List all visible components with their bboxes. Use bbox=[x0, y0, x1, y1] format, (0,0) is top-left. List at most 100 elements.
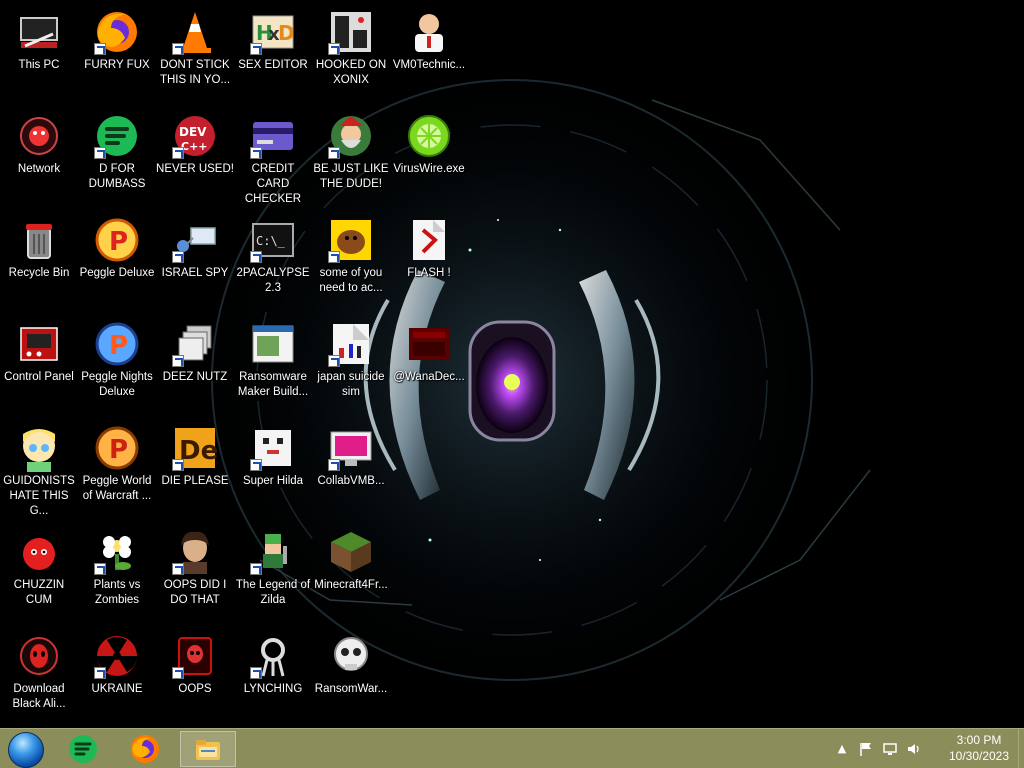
shortcut-arrow-icon bbox=[250, 667, 262, 679]
desktop-icon-label: HOOKED ON XONIX bbox=[315, 59, 387, 86]
desktop-icon[interactable]: FURRY FUX bbox=[78, 0, 156, 100]
desktop-icon[interactable]: Hx D SEX EDITOR bbox=[234, 0, 312, 100]
desktop-icon-label: D FOR DUMBASS bbox=[88, 163, 146, 190]
taskbar-clock[interactable]: 3:00 PM 10/30/2023 bbox=[942, 732, 1016, 764]
shortcut-arrow-icon bbox=[94, 147, 106, 159]
desktop-icon[interactable]: Plants vs Zombies bbox=[78, 520, 156, 620]
desktop-icon-label: DONT STICK THIS IN YO... bbox=[159, 59, 231, 86]
flower-icon bbox=[93, 528, 141, 576]
desktop-icon[interactable]: OOPS DID I DO THAT bbox=[156, 520, 234, 620]
desktop-icon[interactable]: @WanaDec... bbox=[390, 312, 468, 412]
desktop-icon[interactable]: japan suicide sim bbox=[312, 312, 390, 412]
clock-time: 3:00 PM bbox=[956, 733, 1002, 747]
desktop-icon[interactable]: VM0Technic... bbox=[390, 0, 468, 100]
desktop: This PC Network Recycle Bin Control Panel GU… bbox=[0, 0, 1024, 728]
firefox-icon bbox=[131, 735, 159, 763]
desktop-icon-label: LYNCHING bbox=[243, 683, 303, 695]
desktop-icon[interactable]: DEV C++ NEVER USED! bbox=[156, 104, 234, 204]
stacked-windows-icon bbox=[171, 320, 219, 368]
desktop-icon[interactable]: P Peggle Deluxe bbox=[78, 208, 156, 308]
desktop-icon[interactable]: VirusWire.exe bbox=[390, 104, 468, 204]
rope-icon bbox=[249, 632, 297, 680]
network-alien-icon bbox=[15, 112, 63, 160]
action-center-flag-icon[interactable] bbox=[858, 741, 874, 757]
desktop-icon[interactable]: Download Black Ali... bbox=[0, 624, 78, 724]
shortcut-arrow-icon bbox=[94, 667, 106, 679]
desktop-icon[interactable]: some of you need to ac... bbox=[312, 208, 390, 308]
shortcut-arrow-icon bbox=[250, 43, 262, 55]
desktop-icon[interactable]: P Peggle World of Warcraft ... bbox=[78, 416, 156, 516]
desktop-icon[interactable]: CHUZZIN CUM bbox=[0, 520, 78, 620]
desktop-icon[interactable]: DEEZ NUTZ bbox=[156, 312, 234, 412]
desktop-icon[interactable]: LYNCHING bbox=[234, 624, 312, 724]
shortcut-arrow-icon bbox=[172, 251, 184, 263]
shortcut-arrow-icon bbox=[94, 43, 106, 55]
shortcut-arrow-icon bbox=[172, 43, 184, 55]
system-tray: ▲ 3:00 PM 10/30/2023 bbox=[834, 729, 1024, 768]
radiation-icon bbox=[93, 632, 141, 680]
window-app-icon bbox=[249, 320, 297, 368]
desktop-icon[interactable]: DONT STICK THIS IN YO... bbox=[156, 0, 234, 100]
shortcut-arrow-icon bbox=[328, 355, 340, 367]
desktop-icon[interactable]: Control Panel bbox=[0, 312, 78, 412]
shortcut-arrow-icon bbox=[172, 459, 184, 471]
start-button[interactable] bbox=[6, 731, 46, 768]
desktop-icon-label: ISRAEL SPY bbox=[161, 267, 229, 279]
red-fuzzball-icon bbox=[15, 528, 63, 576]
shortcut-arrow-icon bbox=[250, 459, 262, 471]
pixel-art-icon bbox=[249, 424, 297, 472]
show-desktop-button[interactable] bbox=[1018, 729, 1024, 768]
desktop-icon[interactable]: The Legend of Zilda bbox=[234, 520, 312, 620]
desktop-icon-label: UKRAINE bbox=[91, 683, 143, 695]
network-status-icon[interactable] bbox=[882, 741, 898, 757]
taskbar-file-explorer[interactable] bbox=[180, 731, 236, 767]
desktop-icon[interactable]: Super Hilda bbox=[234, 416, 312, 516]
desktop-icon-label: DEEZ NUTZ bbox=[162, 371, 228, 383]
desktop-icon[interactable]: GUIDONISTS HATE THIS G... bbox=[0, 416, 78, 517]
desktop-icon-label: OOPS DID I DO THAT bbox=[163, 579, 227, 606]
desktop-icon[interactable]: CollabVMB... bbox=[312, 416, 390, 516]
desktop-icon-label: Super Hilda bbox=[242, 475, 304, 487]
desktop-icon[interactable]: Recycle Bin bbox=[0, 208, 78, 308]
desktop-icon[interactable]: ISRAEL SPY bbox=[156, 208, 234, 308]
desktop-icon-label: Plants vs Zombies bbox=[93, 579, 141, 606]
desktop-icon-label: DIE PLEASE bbox=[161, 475, 229, 487]
desktop-icon-label: RansomWar... bbox=[314, 683, 388, 695]
desktop-icon-label: SEX EDITOR bbox=[238, 59, 308, 71]
desktop-icon-label: Network bbox=[17, 163, 61, 175]
monitor-icon bbox=[327, 424, 375, 472]
hxd-icon: HxD bbox=[249, 8, 297, 56]
desktop-icon[interactable]: Minecraft4Fr... bbox=[312, 520, 390, 620]
cartoon-dog-icon bbox=[327, 216, 375, 264]
taskbar-pinned-firefox[interactable] bbox=[118, 731, 174, 767]
desktop-icon[interactable]: C:\_ 2PACALYPSE 2.3 bbox=[234, 208, 312, 308]
shortcut-arrow-icon bbox=[328, 251, 340, 263]
desktop-icon[interactable]: HOOKED ON XONIX bbox=[312, 0, 390, 100]
svg-text:DEV: DEV bbox=[179, 125, 207, 139]
desktop-icon[interactable]: This PC bbox=[0, 0, 78, 100]
desktop-icon[interactable]: CREDIT CARD CHECKER bbox=[234, 104, 312, 205]
lime-icon bbox=[405, 112, 453, 160]
desktop-icon-label: Recycle Bin bbox=[8, 267, 70, 279]
desktop-icon-label: Peggle Nights Deluxe bbox=[81, 371, 153, 398]
desktop-icon[interactable]: P Peggle Nights Deluxe bbox=[78, 312, 156, 412]
desktop-icon[interactable]: De DIE PLEASE bbox=[156, 416, 234, 516]
shortcut-arrow-icon bbox=[172, 147, 184, 159]
shortcut-arrow-icon bbox=[328, 147, 340, 159]
desktop-icon[interactable]: FLASH ! bbox=[390, 208, 468, 308]
desktop-icon[interactable]: Network bbox=[0, 104, 78, 204]
desktop-icon[interactable]: Ransomware Maker Build... bbox=[234, 312, 312, 412]
shortcut-arrow-icon bbox=[172, 563, 184, 575]
desktop-icon-label: CHUZZIN CUM bbox=[13, 579, 65, 606]
desktop-icon[interactable]: OOPS bbox=[156, 624, 234, 724]
control-panel-icon bbox=[15, 320, 63, 368]
desktop-icon[interactable]: UKRAINE bbox=[78, 624, 156, 724]
credit-card-icon bbox=[249, 112, 297, 160]
desktop-icon[interactable]: RansomWar... bbox=[312, 624, 390, 724]
show-hidden-icons-chevron-icon[interactable]: ▲ bbox=[834, 741, 850, 757]
desktop-icon[interactable]: BE JUST LIKE THE DUDE! bbox=[312, 104, 390, 204]
volume-icon[interactable] bbox=[906, 741, 922, 757]
taskbar-pinned-green-app[interactable] bbox=[56, 731, 112, 767]
traffic-cone-icon bbox=[171, 8, 219, 56]
desktop-icon[interactable]: D FOR DUMBASS bbox=[78, 104, 156, 204]
